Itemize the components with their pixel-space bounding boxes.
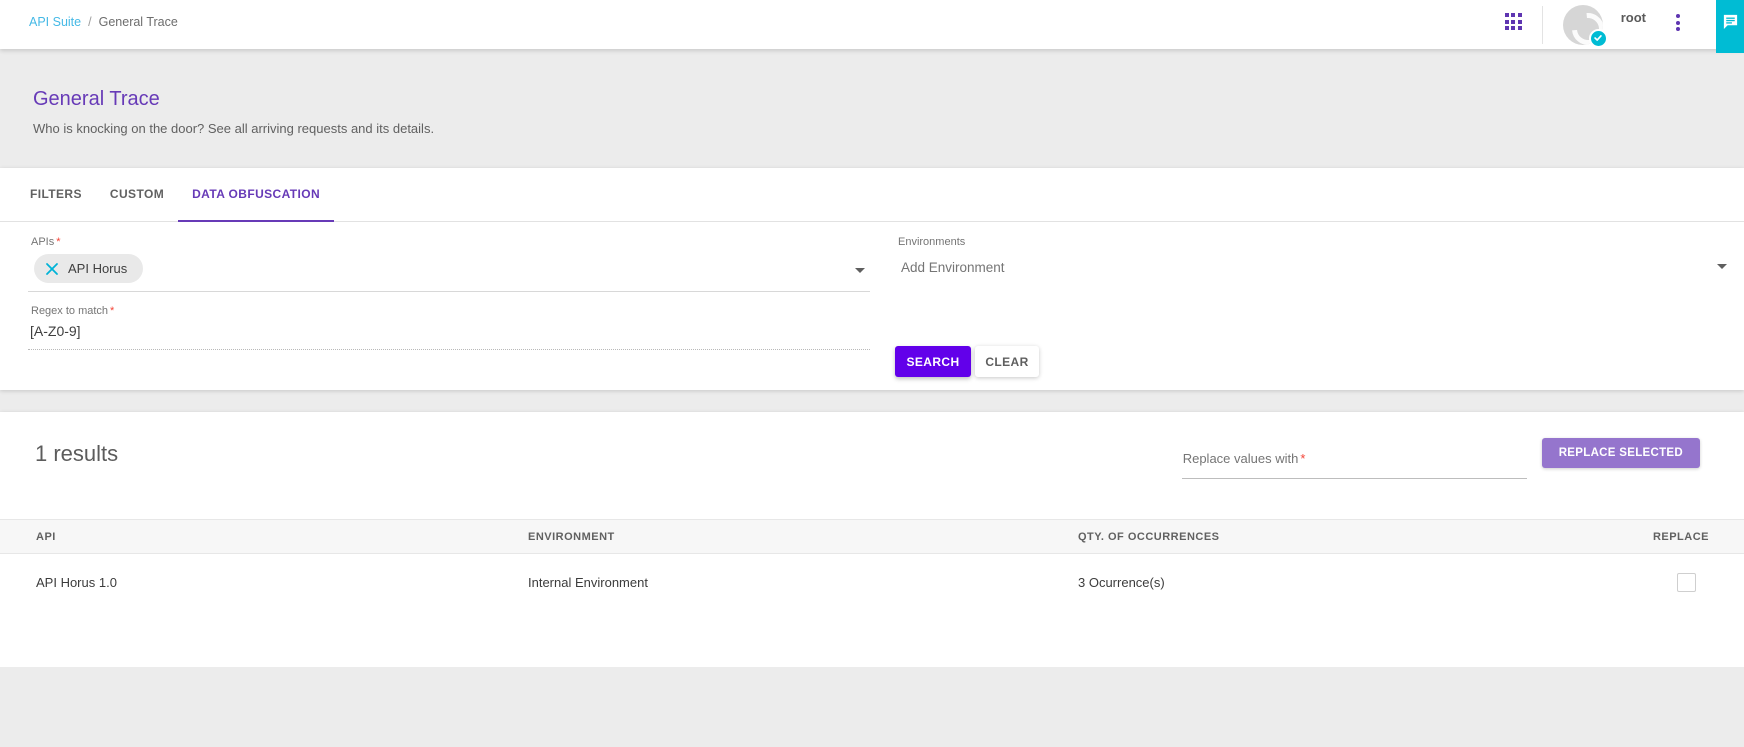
breadcrumb-current: General Trace bbox=[99, 15, 178, 29]
table-row: API Horus 1.0 Internal Environment 3 Ocu… bbox=[0, 554, 1744, 610]
cell-occurrences: 3 Ocurrence(s) bbox=[1078, 575, 1629, 590]
results-table: API ENVIRONMENT QTY. OF OCCURRENCES REPL… bbox=[0, 519, 1744, 610]
column-header-replace: REPLACE bbox=[1653, 531, 1709, 543]
user-name[interactable]: root bbox=[1621, 10, 1646, 25]
page-header: General Trace Who is knocking on the doo… bbox=[0, 49, 1744, 168]
section-gap bbox=[0, 390, 1744, 412]
apps-grid-icon[interactable] bbox=[1505, 13, 1522, 30]
top-bar: API Suite / General Trace root bbox=[0, 0, 1744, 49]
column-header-occurrences: QTY. OF OCCURRENCES bbox=[1078, 531, 1629, 543]
results-count: 1 results bbox=[35, 441, 118, 467]
tab-filters[interactable]: FILTERS bbox=[16, 168, 96, 222]
page-title: General Trace bbox=[33, 88, 1744, 111]
required-asterisk: * bbox=[1300, 451, 1305, 466]
chat-bubble-icon bbox=[1722, 13, 1739, 30]
results-header: 1 results Replace values with* REPLACE S… bbox=[0, 412, 1744, 479]
tab-data-obfuscation[interactable]: DATA OBFUSCATION bbox=[178, 168, 334, 222]
breadcrumb-separator: / bbox=[88, 15, 91, 29]
breadcrumb-link-api-suite[interactable]: API Suite bbox=[29, 15, 81, 29]
regex-field: Regex to match* bbox=[28, 305, 870, 378]
required-asterisk: * bbox=[110, 305, 114, 317]
caret-down-icon[interactable] bbox=[855, 268, 865, 273]
page: API Suite / General Trace root bbox=[0, 0, 1744, 747]
regex-input[interactable] bbox=[28, 317, 870, 349]
regex-label: Regex to match* bbox=[28, 305, 870, 317]
table-header-row: API ENVIRONMENT QTY. OF OCCURRENCES REPL… bbox=[0, 519, 1744, 554]
required-asterisk: * bbox=[56, 236, 60, 248]
filters-card: FILTERS CUSTOM DATA OBFUSCATION APIs* AP… bbox=[0, 168, 1744, 390]
feedback-tab[interactable] bbox=[1716, 0, 1744, 53]
api-horus-chip[interactable]: API Horus bbox=[34, 254, 143, 283]
breadcrumb: API Suite / General Trace bbox=[0, 15, 178, 29]
kebab-menu-icon[interactable] bbox=[1672, 10, 1684, 35]
column-header-environment: ENVIRONMENT bbox=[528, 531, 1078, 543]
replace-values-input[interactable]: Replace values with* bbox=[1182, 437, 1527, 479]
obfuscation-form: APIs* API Horus Environments bbox=[0, 222, 1744, 378]
search-button[interactable]: SEARCH bbox=[895, 346, 971, 377]
environments-label: Environments bbox=[895, 236, 1732, 248]
environments-placeholder: Add Environment bbox=[901, 260, 1005, 275]
x-icon[interactable] bbox=[45, 262, 59, 276]
caret-down-icon[interactable] bbox=[1717, 264, 1727, 269]
replace-values-placeholder: Replace values with* bbox=[1183, 451, 1306, 466]
regex-control bbox=[28, 317, 870, 350]
apis-label: APIs* bbox=[28, 236, 870, 248]
cell-environment: Internal Environment bbox=[528, 575, 1078, 590]
column-header-api: API bbox=[36, 531, 528, 543]
topbar-divider bbox=[1542, 6, 1543, 44]
chip-label: API Horus bbox=[68, 261, 127, 276]
page-background bbox=[0, 667, 1744, 747]
user-avatar[interactable] bbox=[1563, 5, 1603, 45]
results-card: 1 results Replace values with* REPLACE S… bbox=[0, 412, 1744, 667]
shield-check-icon bbox=[1589, 29, 1608, 48]
apis-field: APIs* API Horus bbox=[28, 236, 870, 292]
environments-field: Environments Add Environment bbox=[895, 236, 1732, 292]
cell-api: API Horus 1.0 bbox=[36, 575, 528, 590]
tab-bar: FILTERS CUSTOM DATA OBFUSCATION bbox=[0, 168, 1744, 222]
topbar-actions: root bbox=[1505, 5, 1684, 45]
environments-select[interactable]: Add Environment bbox=[895, 248, 1732, 284]
form-actions: SEARCH CLEAR bbox=[895, 305, 1732, 378]
replace-checkbox[interactable] bbox=[1677, 573, 1696, 592]
apis-select[interactable]: API Horus bbox=[28, 248, 870, 292]
clear-button[interactable]: CLEAR bbox=[975, 346, 1039, 377]
tab-custom[interactable]: CUSTOM bbox=[96, 168, 178, 222]
page-subtitle: Who is knocking on the door? See all arr… bbox=[33, 121, 1744, 136]
replace-selected-button[interactable]: REPLACE SELECTED bbox=[1542, 438, 1700, 468]
